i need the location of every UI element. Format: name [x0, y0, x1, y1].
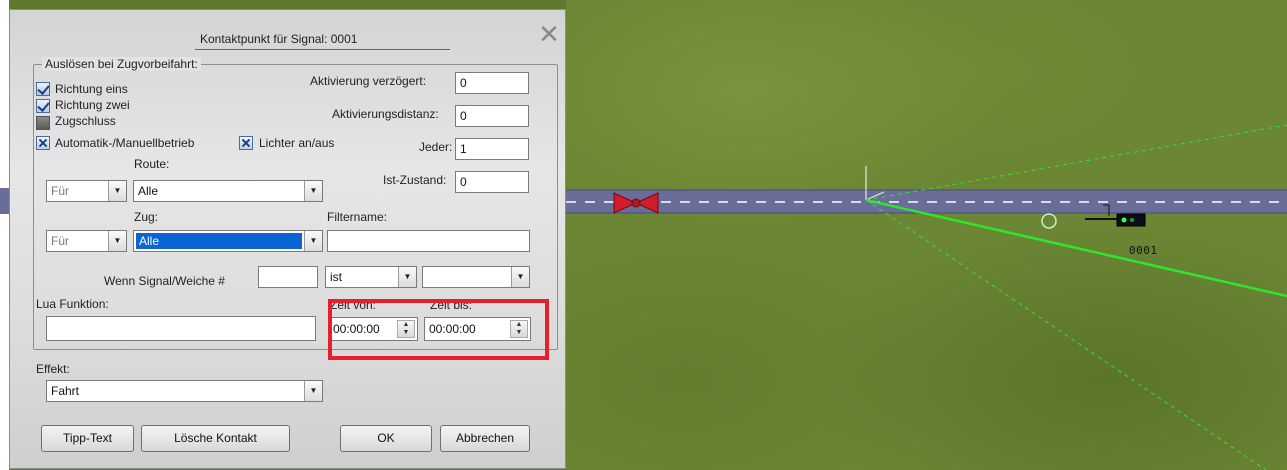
filtername-input[interactable] — [327, 230, 530, 252]
wenn-signal-label: Wenn Signal/Weiche # — [104, 274, 225, 288]
map-view[interactable]: 0001 — [566, 0, 1287, 470]
ist-zustand-label: Ist-Zustand: — [383, 173, 447, 187]
wenn-signal-number-input[interactable] — [258, 266, 318, 288]
aktivierungsdistanz-input[interactable]: 0 — [455, 105, 529, 127]
time-range-highlight-box — [328, 299, 549, 360]
signal-number-label: 0001 — [1129, 244, 1158, 257]
effekt-select[interactable]: Fahrt ▼ — [46, 380, 323, 402]
ok-button[interactable]: OK — [340, 425, 432, 452]
tipp-text-button[interactable]: Tipp-Text — [41, 425, 134, 452]
contact-point-dialog: Kontaktpunkt für Signal: 0001 ✕ Auslösen… — [9, 9, 566, 469]
checkbox-lichter-label: Lichter an/aus — [259, 136, 335, 150]
wenn-condition-select[interactable]: ist ▼ — [325, 266, 417, 288]
route-label: Route: — [134, 157, 170, 171]
contact-line-solid — [865, 198, 1287, 298]
checkbox-richtung-zwei-label: Richtung zwei — [55, 98, 130, 112]
abbrechen-button[interactable]: Abbrechen — [440, 425, 530, 452]
aktivierungsdistanz-label: Aktivierungsdistanz: — [332, 107, 439, 121]
contact-line-dashed-upper — [865, 124, 1287, 201]
jeder-label: Jeder: — [419, 140, 453, 154]
signal-ring — [1041, 213, 1057, 229]
checkbox-richtung-eins-label: Richtung eins — [55, 82, 128, 96]
wenn-state-select[interactable]: ▼ — [422, 266, 530, 288]
chevron-down-icon[interactable]: ▼ — [108, 231, 126, 251]
checkbox-zugschluss-label: Zugschluss — [55, 114, 116, 128]
route-prefix-select[interactable]: Für ▼ — [46, 180, 127, 202]
route-value: Alle — [138, 184, 159, 198]
zug-prefix-value: Für — [51, 234, 69, 248]
zug-value: Alle — [139, 234, 160, 248]
filtername-label: Filtername: — [327, 210, 388, 224]
ist-zustand-input[interactable]: 0 — [455, 171, 529, 193]
aktivierung-verzoegert-label: Aktivierung verzögert: — [310, 74, 427, 88]
chevron-down-icon[interactable]: ▼ — [304, 381, 322, 401]
title-underline — [195, 49, 450, 50]
left-track-segment — [0, 188, 9, 214]
chevron-down-icon[interactable]: ▼ — [304, 181, 322, 201]
effekt-value: Fahrt — [51, 384, 80, 398]
lua-function-input[interactable] — [46, 316, 316, 341]
map-canvas — [566, 124, 1287, 470]
checkbox-automatik[interactable] — [36, 136, 50, 150]
zug-select[interactable]: Alle ▼ — [133, 230, 323, 252]
effekt-label: Effekt: — [36, 362, 70, 376]
left-window-edge — [0, 0, 9, 470]
chevron-down-icon[interactable]: ▼ — [398, 267, 416, 287]
jeder-input[interactable]: 1 — [455, 138, 529, 160]
trigger-group-label: Auslösen bei Zugvorbeifahrt: — [42, 57, 201, 71]
zug-prefix-select[interactable]: Für ▼ — [46, 230, 127, 252]
close-icon[interactable]: ✕ — [537, 21, 561, 47]
zug-label: Zug: — [134, 210, 159, 224]
aktivierung-verzoegert-input[interactable]: 0 — [455, 72, 529, 94]
lua-label: Lua Funktion: — [36, 297, 109, 311]
zug-selected-highlight: Alle — [136, 233, 302, 249]
checkbox-automatik-label: Automatik-/Manuellbetrieb — [55, 136, 195, 150]
dialog-title: Kontaktpunkt für Signal: 0001 — [200, 32, 358, 46]
checkbox-richtung-eins[interactable] — [36, 82, 50, 96]
loesche-kontakt-button[interactable]: Lösche Kontakt — [141, 425, 290, 452]
chevron-down-icon[interactable]: ▼ — [304, 231, 322, 251]
route-select[interactable]: Alle ▼ — [133, 180, 323, 202]
chevron-down-icon[interactable]: ▼ — [108, 181, 126, 201]
wenn-condition-value: ist — [330, 270, 342, 284]
chevron-down-icon[interactable]: ▼ — [511, 267, 529, 287]
checkbox-zugschluss[interactable] — [36, 116, 50, 130]
checkbox-richtung-zwei[interactable] — [36, 99, 50, 113]
contact-line-dashed-lower — [865, 199, 1267, 470]
route-prefix-value: Für — [51, 184, 69, 198]
checkbox-lichter[interactable] — [239, 136, 253, 150]
